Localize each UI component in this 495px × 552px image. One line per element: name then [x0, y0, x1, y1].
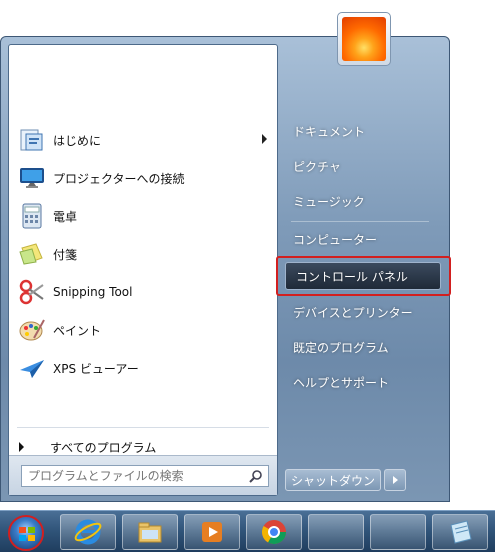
windows-logo-icon: [19, 527, 35, 541]
program-label: 電卓: [53, 209, 78, 224]
computer-label: コンピューター: [293, 232, 378, 247]
taskbar-empty-button[interactable]: [370, 514, 426, 550]
program-label: Snipping Tool: [53, 285, 133, 299]
computer-link[interactable]: コンピューター: [283, 225, 443, 253]
taskbar: [0, 510, 495, 552]
music-label: ミュージック: [293, 194, 365, 209]
scissors-icon: [17, 277, 47, 307]
pictures-label: ピクチャ: [293, 159, 341, 174]
program-list: はじめに プロジェクターへの接続 電卓 付箋 Snipping Tool ペイン…: [9, 121, 277, 387]
music-link[interactable]: ミュージック: [283, 187, 443, 215]
flower-picture: [342, 17, 386, 61]
all-programs-arrow-icon: [19, 442, 24, 452]
program-sticky-notes[interactable]: 付箋: [9, 235, 277, 273]
shutdown-label: シャットダウン: [290, 473, 375, 488]
shutdown-button[interactable]: シャットダウン: [285, 469, 381, 491]
highlight-outline: [276, 256, 451, 296]
taskbar-empty-button[interactable]: [308, 514, 364, 550]
all-programs-label: すべてのプログラム: [50, 440, 157, 455]
default-programs-link[interactable]: 既定のプログラム: [283, 333, 443, 361]
program-label: XPS ビューアー: [53, 361, 139, 376]
program-label: プロジェクターへの接続: [53, 171, 185, 186]
submenu-arrow-icon[interactable]: [262, 134, 267, 144]
shutdown-options-button[interactable]: [384, 469, 406, 491]
divider: [17, 427, 269, 428]
taskbar-internet-explorer[interactable]: [60, 514, 116, 550]
program-label: 付箋: [53, 247, 78, 262]
default-programs-label: 既定のプログラム: [293, 340, 389, 355]
documents-label: ドキュメント: [293, 124, 366, 139]
help-label: ヘルプとサポート: [293, 375, 390, 390]
divider: [291, 221, 429, 222]
getting-started-icon: [17, 125, 47, 155]
screen: はじめに プロジェクターへの接続 電卓 付箋 Snipping Tool ペイン…: [0, 0, 495, 552]
calculator-icon: [17, 201, 47, 231]
search-input[interactable]: [28, 469, 238, 483]
program-paint[interactable]: ペイント: [9, 311, 277, 349]
taskbar-notepad[interactable]: [432, 514, 488, 550]
program-xps-viewer[interactable]: XPS ビューアー: [9, 349, 277, 387]
program-label: はじめに: [53, 133, 102, 148]
program-getting-started[interactable]: はじめに: [9, 121, 277, 159]
taskbar-media-player[interactable]: [184, 514, 240, 550]
program-snipping-tool[interactable]: Snipping Tool: [9, 273, 277, 311]
help-link[interactable]: ヘルプとサポート: [283, 368, 443, 396]
search-box[interactable]: [21, 465, 269, 487]
search-icon[interactable]: [249, 469, 263, 483]
search-band: [9, 455, 277, 495]
xps-viewer-icon: [17, 353, 47, 383]
paint-palette-icon: [17, 315, 47, 345]
taskbar-file-explorer[interactable]: [122, 514, 178, 550]
program-label: ペイント: [53, 323, 102, 338]
devices-label: デバイスとプリンター: [293, 305, 413, 320]
sticky-notes-icon: [17, 239, 47, 269]
notepad-icon: [450, 520, 472, 544]
chevron-right-icon: [392, 476, 398, 484]
pictures-link[interactable]: ピクチャ: [283, 152, 443, 180]
taskbar-chrome[interactable]: [246, 514, 302, 550]
user-account-picture[interactable]: [337, 12, 391, 66]
programs-pane: はじめに プロジェクターへの接続 電卓 付箋 Snipping Tool ペイン…: [8, 44, 278, 496]
devices-link[interactable]: デバイスとプリンター: [283, 298, 443, 326]
file-explorer-icon: [138, 522, 162, 543]
chrome-icon: [261, 520, 286, 545]
projector-icon: [17, 163, 47, 193]
start-button[interactable]: [8, 515, 44, 551]
program-projector[interactable]: プロジェクターへの接続: [9, 159, 277, 197]
documents-link[interactable]: ドキュメント: [283, 117, 443, 145]
internet-explorer-icon: [74, 519, 102, 545]
program-calculator[interactable]: 電卓: [9, 197, 277, 235]
media-player-icon: [202, 522, 222, 542]
